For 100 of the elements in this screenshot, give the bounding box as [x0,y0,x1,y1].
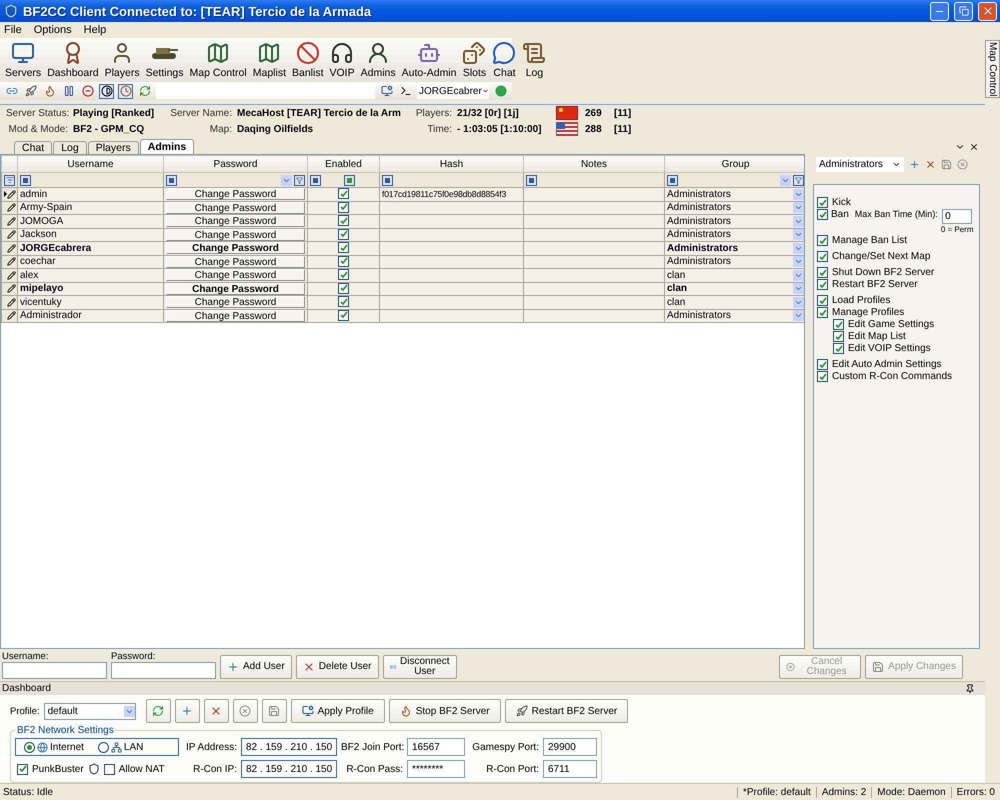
checkbox[interactable] [817,359,828,370]
input-field[interactable]: ******** [407,760,465,778]
column-header[interactable]: Hash [380,156,524,172]
checkbox[interactable] [817,295,828,306]
minimize-button[interactable] [930,2,949,20]
save-button[interactable] [262,699,287,723]
change-password-button[interactable]: Change Password [166,296,305,308]
dropdown-icon[interactable] [793,270,804,281]
change-password-button[interactable]: Change Password [166,228,305,241]
checkbox[interactable] [817,197,828,208]
radio-button[interactable] [98,742,109,752]
delete-button[interactable] [204,699,229,723]
checkbox[interactable] [338,296,349,307]
add-button[interactable] [174,699,200,723]
filter-icon[interactable] [526,174,537,186]
toolbar-button[interactable]: Slots [459,41,490,79]
action-button[interactable]: Add User [220,655,292,679]
dropdown-icon[interactable] [793,296,804,308]
column-header[interactable]: Group [664,156,804,172]
checkbox[interactable] [817,371,828,382]
group-dropdown[interactable]: Administrators [816,156,904,172]
row-header[interactable] [2,255,18,268]
toolbar-button[interactable]: VOIP [326,41,358,79]
dropdown-icon[interactable] [281,174,292,186]
dropdown-icon[interactable] [793,229,804,240]
toolbar-button[interactable]: Auto-Admin [398,41,460,79]
row-header[interactable] [2,242,18,255]
toolbar-button[interactable]: Chat [489,41,520,79]
action-button[interactable]: Apply Profile [290,699,385,723]
checkbox[interactable] [833,331,844,342]
action-button[interactable]: Disconnect User [382,655,456,679]
toolbar-button[interactable]: Settings [142,41,187,79]
checkbox[interactable] [338,282,349,294]
tab[interactable]: Admins [140,139,194,154]
column-header[interactable]: Password [164,156,308,172]
side-tab[interactable]: Map Control [985,40,1000,98]
row-header[interactable] [2,296,18,309]
change-password-button[interactable]: Change Password [166,269,305,282]
user-dropdown[interactable]: JORGEcabrer [417,83,489,99]
close-button[interactable] [978,2,997,20]
toolbar-button[interactable]: Servers [2,41,44,79]
toolbar-button[interactable]: Players [102,41,143,79]
dropdown-icon[interactable] [124,706,135,716]
dropdown-icon[interactable] [793,202,804,214]
column-header[interactable]: Username [18,156,164,172]
checkbox[interactable] [817,235,828,246]
checkbox[interactable] [833,319,844,330]
change-password-button[interactable]: Change Password [166,310,305,322]
row-header[interactable] [2,214,18,228]
checkbox[interactable] [817,279,828,290]
row-header[interactable] [2,201,18,214]
tab[interactable]: Log [53,141,87,154]
change-password-button[interactable]: Change Password [166,242,305,254]
checkbox[interactable] [833,343,844,354]
tab[interactable]: Players [88,141,139,154]
change-password-button[interactable]: Change Password [166,256,305,268]
filter-clear-icon[interactable] [294,174,305,186]
stop-button[interactable] [80,84,95,98]
refresh-button[interactable] [146,699,171,723]
checkbox[interactable] [817,307,828,318]
radio-option[interactable]: Internet [24,742,84,752]
filter-clear-icon[interactable] [793,174,804,186]
menu-item[interactable]: File [4,24,22,36]
checkbox[interactable] [338,202,349,212]
row-header[interactable] [2,188,18,201]
row-header[interactable] [2,268,18,282]
status-light-button[interactable] [493,84,508,98]
action-button[interactable]: Stop BF2 Server [388,699,501,723]
filter-icon[interactable] [382,174,393,186]
action-button[interactable]: Restart BF2 Server [504,699,628,723]
row-header[interactable] [2,282,18,296]
row-header[interactable] [2,228,18,242]
radio-button[interactable] [24,742,35,752]
contrast-button[interactable] [99,84,114,98]
change-password-button[interactable]: Change Password [166,215,305,228]
dropdown-icon[interactable] [793,216,804,227]
input-field[interactable]: 82 . 159 . 210 . 150 [241,738,337,756]
checkbox[interactable] [338,256,349,266]
toolbar-button[interactable]: Admins [358,41,399,79]
checkbox[interactable] [817,251,828,262]
dropdown-icon[interactable] [793,242,804,254]
checkbox[interactable] [17,764,28,774]
input-field[interactable]: 29900 [543,738,597,756]
menu-item[interactable]: Options [34,24,72,36]
refresh-button[interactable] [137,84,152,98]
command-field[interactable] [156,83,375,99]
checkbox[interactable] [338,310,349,320]
clock-button[interactable] [118,84,133,98]
checkbox[interactable] [338,215,349,226]
action-button[interactable]: Delete User [296,655,378,679]
filter-icon[interactable] [310,174,321,186]
filter-icon[interactable] [20,174,31,186]
monitor-button[interactable] [379,84,394,98]
column-header[interactable]: Notes [524,156,664,172]
checkbox[interactable] [338,269,349,280]
filter-icon[interactable] [667,174,678,186]
checkbox[interactable] [338,242,349,253]
tab[interactable]: Chat [14,141,52,154]
toolbar-button[interactable]: Map Control [186,41,250,79]
change-password-button[interactable]: Change Password [166,282,305,295]
